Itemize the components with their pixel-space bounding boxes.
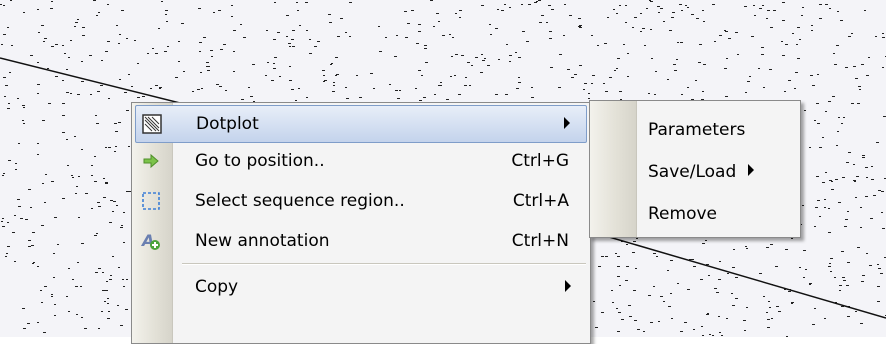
dotplot-submenu: Parameters Save/Load Remove — [589, 100, 801, 238]
submenu-item-remove[interactable]: Remove — [648, 204, 717, 224]
submenu-arrow-icon — [565, 280, 571, 292]
submenu-arrow-icon — [748, 164, 755, 176]
submenu-item-label: Parameters — [648, 120, 746, 140]
menu-icon-gutter — [590, 101, 637, 237]
submenu-item-parameters[interactable]: Parameters — [648, 120, 745, 140]
dotplot-icon — [142, 114, 162, 134]
menu-item-select-sequence-region[interactable]: Select sequence region.. Ctrl+A — [135, 183, 587, 219]
submenu-item-label: Save/Load — [648, 162, 737, 182]
menu-item-label: Go to position.. — [195, 151, 325, 171]
menu-item-dotplot[interactable]: Dotplot — [135, 105, 587, 143]
menu-item-new-annotation[interactable]: A New annotation Ctrl+N — [135, 223, 587, 259]
dashed-selection-icon — [141, 191, 161, 211]
menu-item-shortcut: Ctrl+A — [512, 191, 569, 211]
menu-item-label: Select sequence region.. — [195, 191, 405, 211]
new-annotation-icon: A — [140, 231, 161, 251]
menu-item-label: New annotation — [195, 231, 330, 251]
submenu-item-save-load[interactable]: Save/Load — [648, 162, 755, 182]
menu-item-label: Copy — [195, 277, 239, 297]
green-arrow-icon — [141, 151, 161, 171]
menu-item-label: Dotplot — [196, 114, 259, 134]
submenu-arrow-icon — [564, 117, 570, 129]
context-menu: Dotplot Go to position.. Ctrl+G Select s… — [131, 102, 591, 344]
menu-separator — [182, 263, 586, 265]
menu-item-copy[interactable]: Copy — [135, 269, 587, 305]
submenu-item-label: Remove — [648, 204, 717, 224]
menu-item-shortcut: Ctrl+N — [511, 231, 569, 251]
menu-item-go-to-position[interactable]: Go to position.. Ctrl+G — [135, 143, 587, 179]
menu-item-shortcut: Ctrl+G — [511, 151, 569, 171]
